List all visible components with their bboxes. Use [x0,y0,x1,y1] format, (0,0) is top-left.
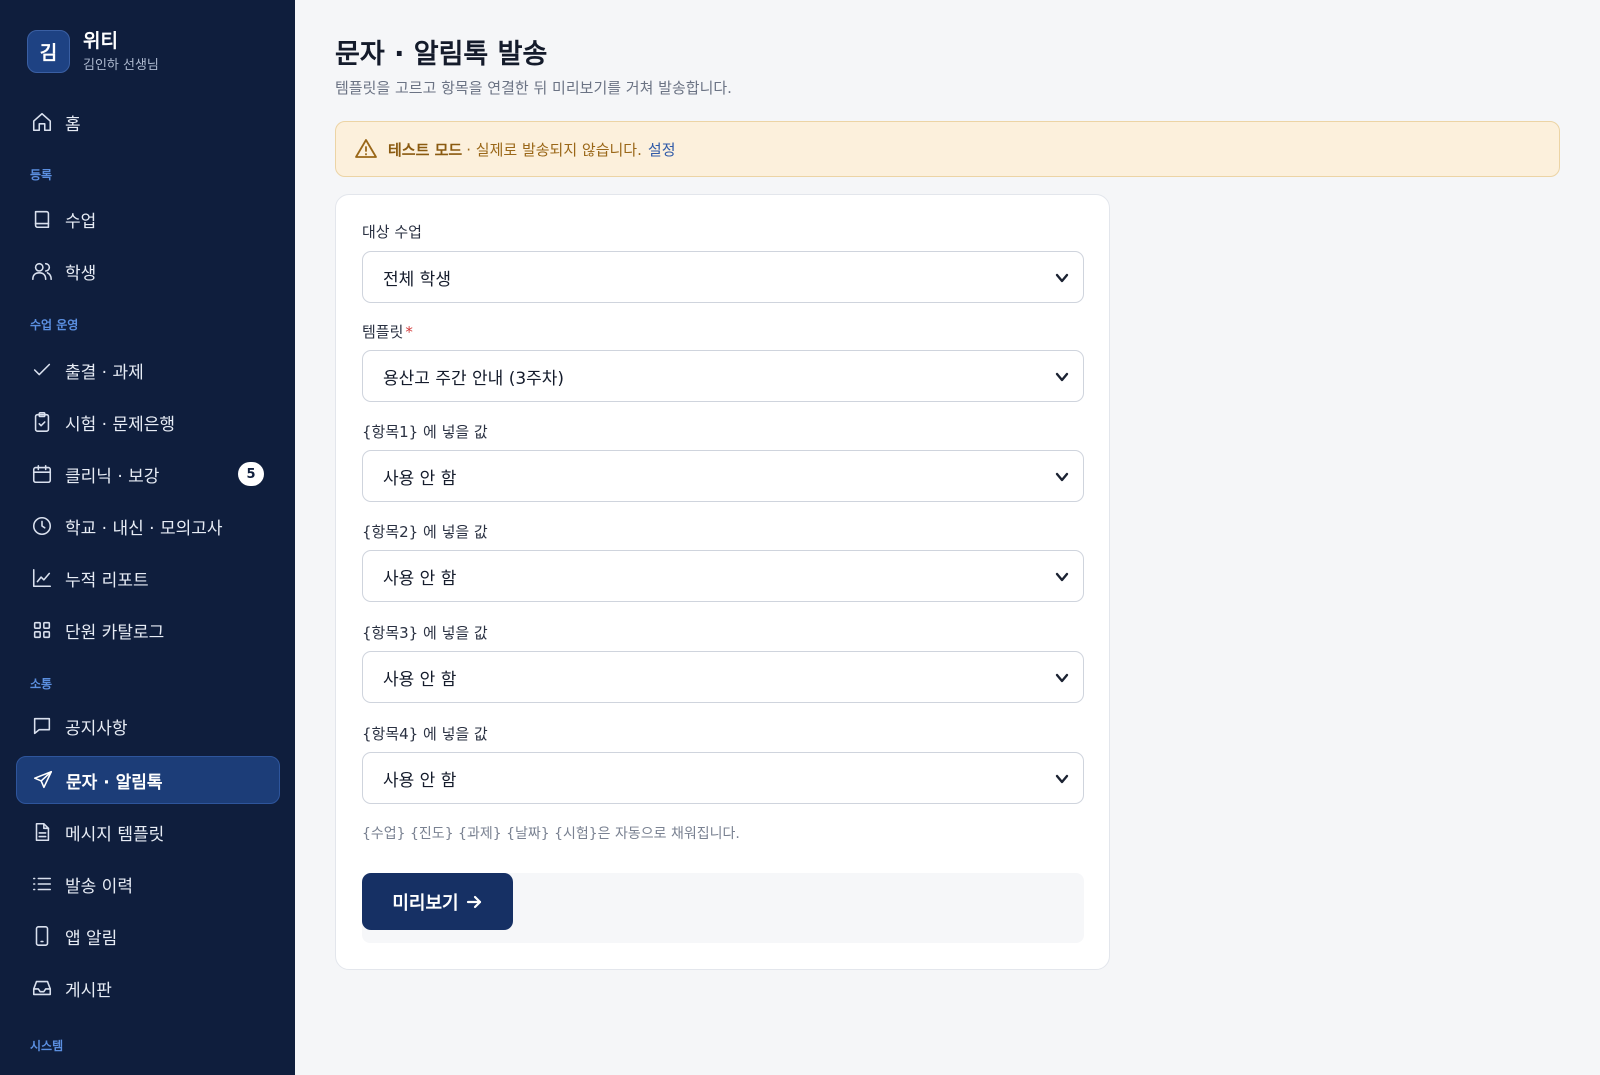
sidebar-item-label: 클리닉 · 보강 [65,466,160,487]
inbox-icon [32,980,52,996]
sidebar-item-label: 출결 · 과제 [65,362,144,383]
field4-select[interactable]: 사용 안 함 [362,752,1084,804]
autofill-hint: {수업} {진도} {과제} {날짜} {시험}은 자동으로 채워집니다. [362,826,740,842]
arrow-right-icon [466,895,481,908]
sidebar-item-board[interactable]: 게시판 [16,964,280,1012]
sidebar-item-label: 학생 [65,263,97,284]
select-value: 사용 안 함 [383,468,457,489]
home-icon [32,112,52,132]
phone-icon [35,926,49,946]
test-mode-alert: 테스트 모드 · 실제로 발송되지 않습니다. 설정 [335,121,1560,177]
template-select[interactable]: 용산고 주간 안내 (3주차) [362,350,1084,402]
sidebar-item-label: 단원 카탈로그 [65,622,165,643]
sidebar-item-label: 학교 · 내신 · 모의고사 [65,518,223,539]
message-icon [33,717,51,735]
sidebar-item-clinic[interactable]: 클리닉 · 보강 5 [16,450,280,498]
sidebar-item-label: 게시판 [65,980,112,1001]
sidebar-item-label: 공지사항 [65,718,128,739]
target-class-select[interactable]: 전체 학생 [362,251,1084,303]
section-label-communication: 소통 [30,677,53,691]
chevron-down-icon [1055,273,1069,283]
sidebar-item-label: 메시지 템플릿 [65,824,165,845]
field4-label: {항목4} 에 넣을 값 [362,725,488,743]
select-value: 사용 안 함 [383,568,457,589]
main-content: 문자 · 알림톡 발송 템플릿을 고르고 항목을 연결한 뒤 미리보기를 거쳐 … [295,0,1600,1075]
file-icon [35,822,50,842]
sidebar-item-exams[interactable]: 시험 · 문제은행 [16,398,280,446]
sidebar-item-label: 발송 이력 [65,876,133,897]
sidebar: 김 위티 김인하 선생님 홈 등록 수업 학생 수업 운영 출결 · 과제 시험… [0,0,295,1075]
field2-label: {항목2} 에 넣을 값 [362,523,488,541]
template-label: 템플릿 * [362,323,413,341]
chevron-down-icon [1055,572,1069,582]
select-value: 용산고 주간 안내 (3주차) [383,368,565,389]
required-mark: * [405,323,413,341]
chevron-down-icon [1055,774,1069,784]
sidebar-item-home[interactable]: 홈 [16,98,280,146]
alert-settings-link[interactable]: 설정 [648,139,676,160]
chevron-down-icon [1055,472,1069,482]
sidebar-item-catalog[interactable]: 단원 카탈로그 [16,606,280,654]
sidebar-item-school-exams[interactable]: 학교 · 내신 · 모의고사 [16,502,280,550]
field2-select[interactable]: 사용 안 함 [362,550,1084,602]
alert-title: 테스트 모드 [388,140,463,159]
sidebar-item-students[interactable]: 학생 [16,247,280,295]
sidebar-item-sms[interactable]: 문자 · 알림톡 [16,756,280,804]
sidebar-item-label: 앱 알림 [65,928,118,949]
sidebar-item-templates[interactable]: 메시지 템플릿 [16,808,280,856]
avatar: 김 [27,30,70,73]
section-label-system: 시스템 [30,1039,64,1053]
calendar-icon [32,464,52,484]
action-bar: 미리보기 [362,873,1084,943]
sidebar-item-label: 수업 [65,211,97,232]
page-subtitle: 템플릿을 고르고 항목을 연결한 뒤 미리보기를 거쳐 발송합니다. [335,79,732,97]
sidebar-item-classes[interactable]: 수업 [16,195,280,243]
book-icon [34,210,50,229]
sidebar-item-report[interactable]: 누적 리포트 [16,554,280,602]
sidebar-item-app-notifications[interactable]: 앱 알림 [16,912,280,960]
sidebar-item-label: 누적 리포트 [65,570,149,591]
select-value: 사용 안 함 [383,770,457,791]
select-value: 전체 학생 [383,269,451,290]
grid-icon [33,621,51,639]
alert-text: · 실제로 발송되지 않습니다. [466,140,642,159]
send-icon [33,770,53,789]
warning-icon [355,139,377,158]
section-label-register: 등록 [30,168,53,182]
brand-name: 위티 [83,30,118,52]
count-badge: 5 [238,462,264,486]
field3-select[interactable]: 사용 안 함 [362,651,1084,703]
section-label-operations: 수업 운영 [30,318,79,332]
page-title: 문자 · 알림톡 발송 [335,39,548,70]
field1-select[interactable]: 사용 안 함 [362,450,1084,502]
sidebar-item-label: 문자 · 알림톡 [66,772,163,793]
brand-user: 김인하 선생님 [83,58,159,73]
list-icon [32,877,52,891]
sidebar-item-label: 시험 · 문제은행 [65,414,176,435]
target-class-label: 대상 수업 [362,223,422,241]
sidebar-item-notices[interactable]: 공지사항 [16,702,280,750]
preview-button-label: 미리보기 [392,892,459,914]
clipboard-icon [34,412,50,432]
field3-label: {항목3} 에 넣을 값 [362,624,488,642]
chevron-down-icon [1055,372,1069,382]
chart-line-icon [32,568,52,588]
clock-icon [32,516,52,536]
check-icon [33,363,51,376]
chevron-down-icon [1055,673,1069,683]
sidebar-item-label: 홈 [65,114,81,135]
send-form-card: 대상 수업 전체 학생 템플릿 * 용산고 주간 안내 (3주차) {항목1} 에… [335,194,1110,970]
users-icon [32,262,52,281]
sidebar-item-attendance[interactable]: 출결 · 과제 [16,346,280,394]
select-value: 사용 안 함 [383,669,457,690]
brand: 김 위티 김인하 선생님 [27,30,159,73]
field1-label: {항목1} 에 넣을 값 [362,423,488,441]
preview-button[interactable]: 미리보기 [362,873,513,930]
sidebar-item-history[interactable]: 발송 이력 [16,860,280,908]
